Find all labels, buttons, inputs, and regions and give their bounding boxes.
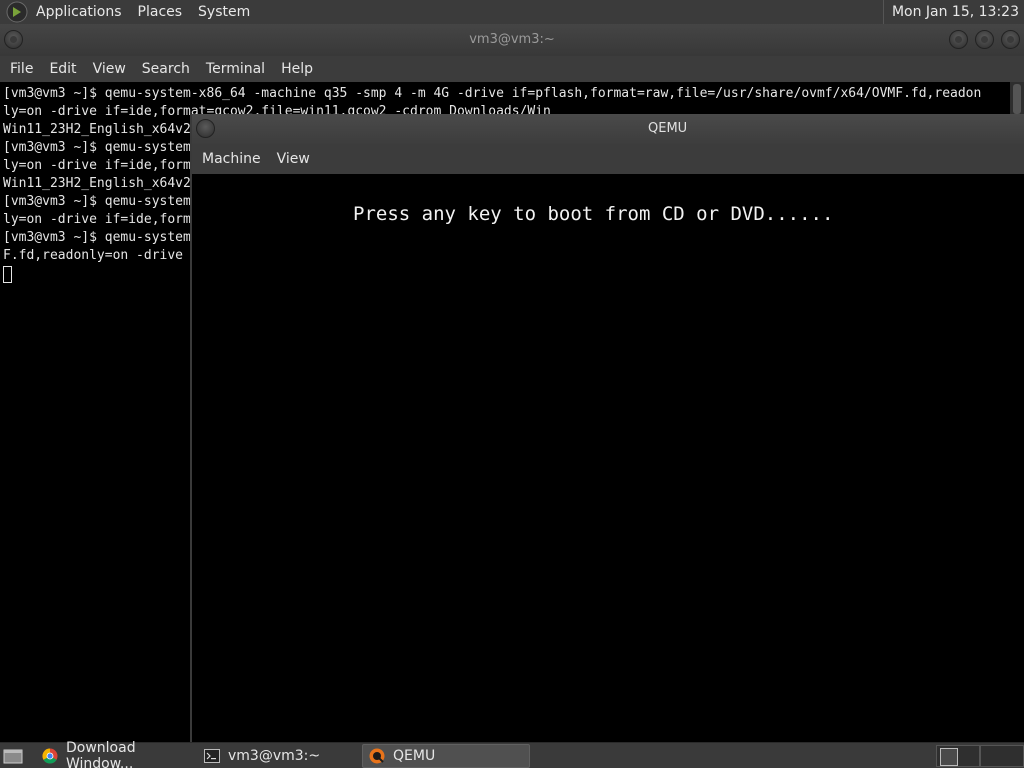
taskbar-item-terminal[interactable]: vm3@vm3:~ — [198, 744, 356, 768]
taskbar-item-label: QEMU — [393, 747, 436, 764]
menu-view[interactable]: View — [269, 144, 318, 174]
workspace-1[interactable] — [936, 745, 980, 767]
taskbar-item-qemu[interactable]: QEMU — [362, 743, 530, 768]
menu-places[interactable]: Places — [130, 0, 191, 24]
menu-applications[interactable]: Applications — [28, 0, 130, 24]
qemu-icon — [369, 748, 385, 763]
terminal-menubar: File Edit View Search Terminal Help — [0, 56, 1024, 82]
menu-help[interactable]: Help — [273, 56, 321, 82]
taskbar-item-label: vm3@vm3:~ — [228, 747, 321, 764]
maximize-button[interactable] — [975, 30, 994, 49]
menu-view[interactable]: View — [85, 56, 134, 82]
workspace-switcher[interactable] — [936, 745, 1024, 767]
scrollbar-thumb[interactable] — [1013, 84, 1021, 114]
workspace-2[interactable] — [980, 745, 1024, 767]
show-desktop-icon[interactable] — [2, 746, 24, 766]
menu-edit[interactable]: Edit — [41, 56, 84, 82]
qemu-title: QEMU — [648, 121, 688, 136]
menu-machine[interactable]: Machine — [194, 144, 269, 174]
top-panel: Applications Places System Mon Jan 15, 1… — [0, 0, 1024, 24]
minimize-button[interactable] — [949, 30, 968, 49]
taskbar-item-chrome[interactable]: Download Window... — [36, 740, 192, 768]
taskbar: Download Window... vm3@vm3:~ QEMU — [0, 740, 1024, 768]
terminal-icon — [204, 748, 220, 763]
qemu-display[interactable]: Press any key to boot from CD or DVD....… — [192, 174, 1024, 742]
terminal-titlebar[interactable]: vm3@vm3:~ — [0, 24, 1024, 56]
terminal-line: [vm3@vm3 ~]$ qemu-system-x86_64 -machine… — [3, 86, 982, 101]
clock[interactable]: Mon Jan 15, 13:23 — [882, 0, 1024, 24]
menu-terminal[interactable]: Terminal — [198, 56, 273, 82]
boot-message: Press any key to boot from CD or DVD....… — [353, 203, 834, 225]
taskbar-item-label: Download Window... — [66, 739, 136, 768]
qemu-menubar: Machine View — [192, 144, 1024, 174]
chrome-icon — [42, 748, 58, 764]
qemu-titlebar[interactable]: QEMU — [192, 114, 1024, 144]
menu-search[interactable]: Search — [134, 56, 198, 82]
terminal-cursor — [3, 266, 12, 283]
mate-logo-icon[interactable] — [6, 1, 28, 23]
menu-file[interactable]: File — [2, 56, 41, 82]
menu-system[interactable]: System — [190, 0, 258, 24]
terminal-title: vm3@vm3:~ — [469, 32, 555, 47]
close-button[interactable] — [1001, 30, 1020, 49]
qemu-window: QEMU Machine View Press any key to boot … — [190, 114, 1024, 742]
